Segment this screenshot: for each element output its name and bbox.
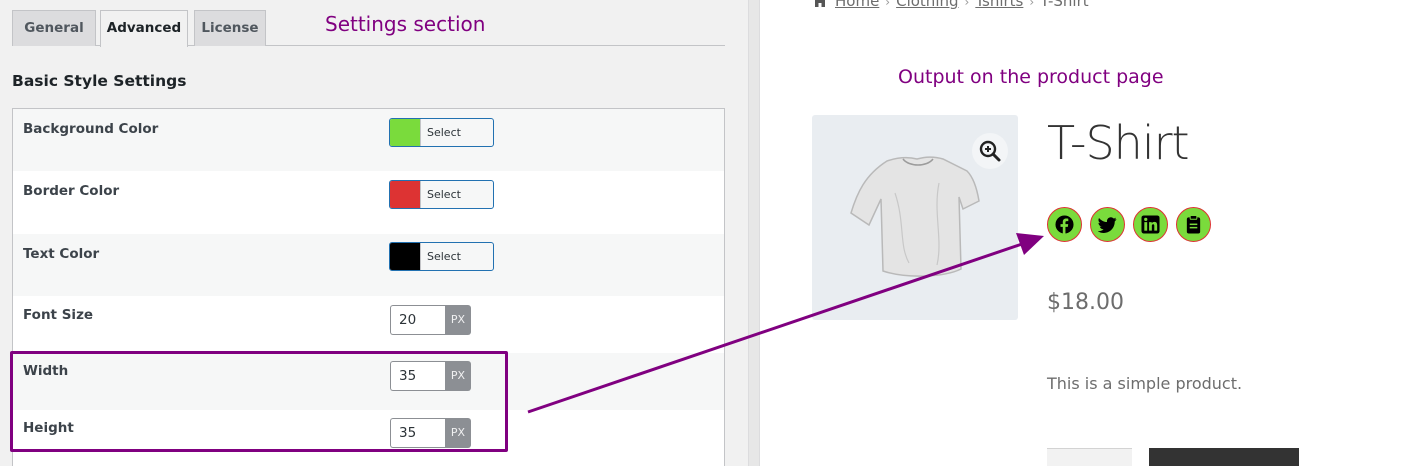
text-color-button-label: Select Color [427,250,461,263]
border-color-swatch [390,181,421,208]
share-linkedin-button[interactable] [1133,207,1168,242]
row-background-color: Background Color Select Color [13,109,724,171]
width-field: 35 PX [390,361,471,391]
text-color-picker-button[interactable]: Select Color [389,242,494,271]
height-field: 35 PX [390,418,471,448]
product-price: $18.00 [1047,290,1124,315]
share-facebook-button[interactable] [1047,207,1082,242]
style-settings-table: Background Color Select Color Border Col… [12,108,725,466]
font-size-field: 20 PX [390,305,471,335]
row-border-color: Border Color Select Color [13,171,724,234]
border-color-button-label: Select Color [427,188,461,201]
background-color-picker-button[interactable]: Select Color [389,118,494,147]
text-color-swatch [390,243,421,270]
product-short-description: This is a simple product. [1047,374,1243,393]
product-title: T-Shirt [1047,116,1190,170]
home-icon [813,0,827,7]
breadcrumb-separator: › [964,0,970,9]
settings-section-annotation: Settings section [325,12,486,36]
tab-advanced[interactable]: Advanced [100,10,188,47]
font-size-label: Font Size [23,307,94,323]
background-color-button-label: Select Color [427,126,461,139]
font-size-input[interactable]: 20 [390,305,445,335]
breadcrumb-home-link[interactable]: Home [835,0,879,10]
height-input[interactable]: 35 [390,418,445,448]
width-input[interactable]: 35 [390,361,445,391]
breadcrumb: Home › Clothing › Tshirts › T-Shirt [813,0,1089,10]
section-heading: Basic Style Settings [12,72,187,90]
zoom-button[interactable] [972,133,1008,169]
quantity-input[interactable] [1047,448,1132,466]
width-unit: PX [445,361,471,391]
font-size-unit: PX [445,305,471,335]
admin-settings-panel: General Advanced License Settings sectio… [0,0,748,466]
product-page-preview: Home › Clothing › Tshirts › T-Shirt Output on … [761,0,1415,466]
facebook-icon [1055,215,1074,234]
linkedin-icon [1141,215,1160,234]
add-to-cart-button[interactable] [1149,448,1299,466]
background-color-swatch [390,119,421,146]
width-label: Width [23,363,69,379]
tab-general[interactable]: General [12,10,96,46]
row-text-color: Text Color Select Color [13,234,724,296]
row-font-size: Font Size 20 PX [13,296,724,353]
border-color-picker-button[interactable]: Select Color [389,180,494,209]
twitter-icon [1098,217,1117,233]
breadcrumb-clothing-link[interactable]: Clothing [896,0,958,10]
text-color-label: Text Color [23,246,100,262]
breadcrumb-tshirts-link[interactable]: Tshirts [975,0,1023,10]
background-color-label: Background Color [23,121,159,137]
zoom-in-icon [979,140,1001,162]
copy-link-button[interactable] [1176,207,1211,242]
product-page-annotation: Output on the product page [898,66,1164,88]
breadcrumb-current: T-Shirt [1040,0,1089,10]
tshirt-image [850,156,980,277]
share-twitter-button[interactable] [1090,207,1125,242]
height-label: Height [23,420,74,436]
row-height: Height 35 PX [13,410,724,466]
height-unit: PX [445,418,471,448]
row-width: Width 35 PX [13,353,724,410]
border-color-label: Border Color [23,183,120,199]
panel-divider [748,0,760,466]
breadcrumb-separator: › [1029,0,1035,9]
product-image[interactable] [812,115,1018,320]
breadcrumb-separator: › [885,0,891,9]
tab-license[interactable]: License [194,10,266,46]
clipboard-icon [1186,215,1201,234]
